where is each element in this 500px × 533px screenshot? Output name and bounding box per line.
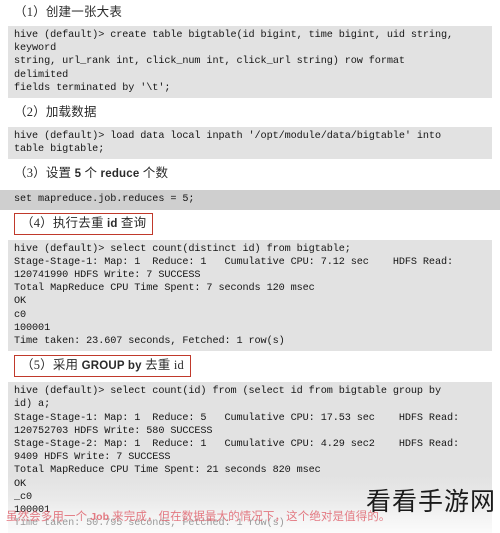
section-heading-2: （2）加载数据 xyxy=(14,105,97,120)
heading-text-prefix: （5）采用 xyxy=(21,358,82,373)
footer-note: 虽然会多用一个 Job 来完成，但在数据量大的情况下，这个绝对是值得的。 xyxy=(6,510,391,525)
heading-keyword: GROUP by xyxy=(81,360,142,373)
heading-text-suffix: 个数 xyxy=(139,166,169,181)
code-block-set-reduces: set mapreduce.job.reduces = 5; xyxy=(0,190,500,210)
footer-note-before: 虽然会多用一个 xyxy=(6,511,91,523)
section-heading-5-wrapper: （5）采用 GROUP by 去重 id xyxy=(0,355,500,378)
footer-note-after: 来完成，但在数据量大的情况下，这个绝对是值得的。 xyxy=(109,511,391,523)
section-heading-5: （5）采用 GROUP by 去重 id xyxy=(14,355,191,378)
heading-text-suffix: 查询 xyxy=(117,215,147,230)
code-block-distinct-query: hive (default)> select count(distinct id… xyxy=(8,239,492,352)
heading-keyword: reduce xyxy=(100,168,140,181)
footer-note-keyword: Job xyxy=(90,511,110,523)
section-heading-1: （1）创建一张大表 xyxy=(14,5,123,19)
watermark-text: 看看手游网 xyxy=(365,488,496,516)
section-heading-4-wrapper: （4）执行去重 id 查询 xyxy=(0,212,500,235)
section-heading-4: （4）执行去重 id 查询 xyxy=(14,212,154,235)
section-heading-3: （3）设置 5 个 reduce 个数 xyxy=(0,165,500,182)
document-page: （1）创建一张大表 hive (default)> create table b… xyxy=(0,0,500,533)
heading-text-mid: 个 xyxy=(81,166,101,181)
heading-text-prefix: （4）执行去重 xyxy=(21,215,107,230)
heading-text-suffix: 去重 id xyxy=(141,358,184,373)
code-block-load-data: hive (default)> load data local inpath '… xyxy=(8,127,492,160)
heading-keyword: id xyxy=(106,217,118,230)
heading-text-prefix: （3）设置 xyxy=(14,166,75,181)
code-block-create-table: hive (default)> create table bigtable(id… xyxy=(8,26,492,99)
